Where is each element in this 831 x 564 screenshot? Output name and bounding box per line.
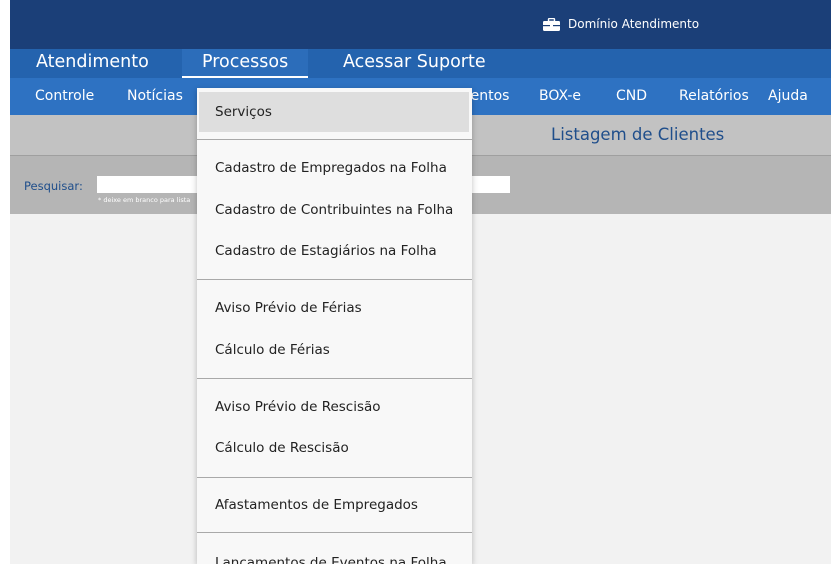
sub-nav-controle[interactable]: Controle	[35, 78, 94, 115]
main-nav-processos[interactable]: Processos	[182, 49, 308, 78]
menu-separator	[197, 139, 472, 140]
menu-item-aviso-previo-rescisao[interactable]: Aviso Prévio de Rescisão	[197, 387, 472, 427]
sub-nav-box-e[interactable]: BOX-e	[539, 78, 581, 115]
main-nav-acessar-suporte[interactable]: Acessar Suporte	[343, 49, 486, 78]
menu-item-cadastro-contribuintes[interactable]: Cadastro de Contribuintes na Folha	[197, 190, 472, 230]
sub-nav-relatorios[interactable]: Relatórios	[679, 78, 749, 115]
app-window: Domínio Atendimento Atendimento Processo…	[10, 0, 831, 564]
menu-item-cadastro-estagiarios[interactable]: Cadastro de Estagiários na Folha	[197, 231, 472, 271]
menu-separator	[197, 532, 472, 533]
main-nav: Atendimento Processos Acessar Suporte	[10, 49, 831, 78]
sub-nav-cnd[interactable]: CND	[616, 78, 647, 115]
menu-item-servicos[interactable]: Serviços	[199, 92, 469, 132]
sub-nav-noticias[interactable]: Notícias	[127, 78, 183, 115]
menu-separator	[197, 378, 472, 379]
brand-label: Domínio Atendimento	[568, 17, 700, 31]
page-title: Listagem de Clientes	[551, 125, 725, 144]
menu-separator	[197, 279, 472, 280]
menu-item-cadastro-empregados[interactable]: Cadastro de Empregados na Folha	[197, 148, 472, 188]
sub-nav-ajuda[interactable]: Ajuda	[768, 78, 808, 115]
menu-separator	[197, 477, 472, 478]
menu-item-calculo-ferias[interactable]: Cálculo de Férias	[197, 330, 472, 370]
menu-item-lancamentos-eventos-folha[interactable]: Lançamentos de Eventos na Folha	[197, 543, 472, 564]
main-nav-atendimento[interactable]: Atendimento	[36, 49, 149, 78]
brand-link[interactable]: Domínio Atendimento	[543, 17, 699, 31]
search-label: Pesquisar:	[24, 179, 83, 193]
top-header: Domínio Atendimento	[10, 0, 831, 49]
menu-item-aviso-previo-ferias[interactable]: Aviso Prévio de Férias	[197, 288, 472, 328]
search-hint: * deixe em branco para lista	[98, 196, 191, 204]
menu-item-calculo-rescisao[interactable]: Cálculo de Rescisão	[197, 428, 472, 468]
briefcase-icon	[543, 17, 560, 31]
processos-dropdown-menu: Serviços Cadastro de Empregados na Folha…	[197, 88, 472, 564]
menu-item-afastamentos-empregados[interactable]: Afastamentos de Empregados	[197, 485, 472, 525]
